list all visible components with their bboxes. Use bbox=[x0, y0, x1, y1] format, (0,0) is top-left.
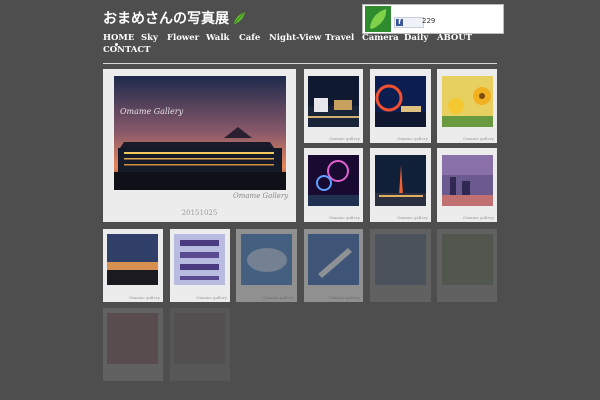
gallery-photo bbox=[308, 76, 359, 127]
gallery-caption: Omame gallery bbox=[397, 215, 428, 220]
nav-flower[interactable]: Flower bbox=[167, 33, 199, 43]
nav-home[interactable]: HOME bbox=[103, 33, 134, 43]
facebook-like-button[interactable]: f bbox=[394, 17, 424, 28]
gallery-tile[interactable] bbox=[437, 229, 497, 302]
nav-cafe[interactable]: Cafe bbox=[239, 33, 260, 43]
gallery-photo bbox=[442, 155, 493, 206]
featured-watermark-2: Omame Gallery bbox=[233, 192, 289, 200]
gallery-photo bbox=[241, 234, 292, 285]
nav-camera[interactable]: Camera bbox=[362, 33, 399, 43]
gallery-photo bbox=[308, 155, 359, 206]
gallery-tile[interactable]: Omame gallery bbox=[236, 229, 297, 302]
facebook-like-icon: f bbox=[396, 19, 403, 26]
gallery-photo bbox=[375, 155, 426, 206]
nav-sky[interactable]: Sky bbox=[141, 33, 158, 43]
nav-walk[interactable]: Walk bbox=[206, 33, 229, 43]
gallery-tile[interactable]: Omame gallery bbox=[170, 229, 230, 302]
featured-photo: Omame Gallery bbox=[114, 76, 286, 190]
gallery-tile[interactable] bbox=[103, 308, 163, 381]
nav-about[interactable]: ABOUT bbox=[437, 33, 472, 43]
gallery-caption: Omame gallery bbox=[329, 295, 360, 300]
gallery-tile[interactable]: Omame gallery bbox=[370, 69, 431, 143]
gallery-tile[interactable]: Omame gallery bbox=[304, 229, 363, 302]
like-count: 229 bbox=[422, 17, 436, 25]
featured-photo-card[interactable]: Omame Gallery Omame Gallery 20151025 bbox=[103, 69, 296, 222]
nav-daily[interactable]: Daily bbox=[404, 33, 428, 43]
site-title-text: おまめさんの写真展 bbox=[103, 11, 229, 27]
gallery-caption: Omame gallery bbox=[263, 295, 294, 300]
gallery-caption: Omame gallery bbox=[463, 215, 494, 220]
gallery-photo bbox=[375, 76, 426, 127]
gallery-tile[interactable]: Omame gallery bbox=[304, 148, 363, 222]
gallery-photo bbox=[308, 234, 359, 285]
gallery-photo bbox=[107, 313, 158, 364]
gallery-tile[interactable] bbox=[170, 308, 230, 381]
gallery-tile[interactable]: Omame gallery bbox=[437, 148, 497, 222]
featured-date: 20151025 bbox=[181, 209, 218, 217]
nav-contact[interactable]: CONTACT bbox=[103, 45, 151, 55]
gallery-photo bbox=[375, 234, 426, 285]
gallery-photo bbox=[442, 234, 493, 285]
gallery-caption: Omame gallery bbox=[129, 295, 160, 300]
gallery-tile[interactable]: Omame gallery bbox=[437, 69, 497, 143]
gallery-caption: Omame gallery bbox=[397, 136, 428, 141]
nav-travel[interactable]: Travel bbox=[325, 33, 354, 43]
gallery-caption: Omame gallery bbox=[196, 295, 227, 300]
gallery-caption: Omame gallery bbox=[329, 136, 360, 141]
gallery-caption: Omame gallery bbox=[329, 215, 360, 220]
social-widget: f 229 bbox=[362, 4, 504, 34]
bean-logo-icon bbox=[234, 12, 245, 24]
gallery-caption: Omame gallery bbox=[463, 136, 494, 141]
gallery-photo bbox=[107, 234, 158, 285]
bean-avatar-icon bbox=[365, 6, 391, 32]
gallery-photo bbox=[442, 76, 493, 127]
gallery-tile[interactable] bbox=[370, 229, 431, 302]
featured-watermark: Omame Gallery bbox=[120, 107, 184, 116]
gallery-tile[interactable]: Omame gallery bbox=[370, 148, 431, 222]
nav-night-view[interactable]: Night-View bbox=[269, 33, 321, 43]
gallery-photo bbox=[174, 313, 225, 364]
header-divider bbox=[103, 63, 497, 64]
gallery-tile[interactable]: Omame gallery bbox=[304, 69, 363, 143]
gallery-tile[interactable]: Omame gallery bbox=[103, 229, 163, 302]
gallery-photo bbox=[174, 234, 225, 285]
site-title[interactable]: おまめさんの写真展 bbox=[103, 8, 246, 28]
